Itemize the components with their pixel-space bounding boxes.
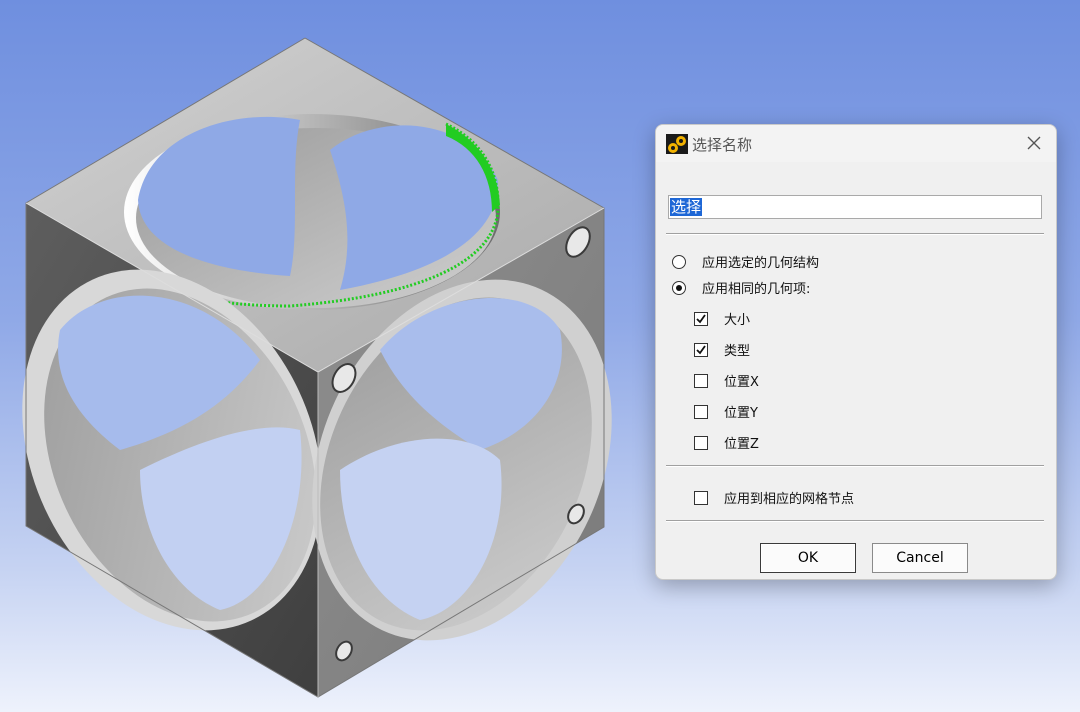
checkbox[interactable] [694, 342, 708, 357]
separator [666, 233, 1044, 235]
checkbox[interactable] [694, 404, 708, 419]
checkbox-label: 位置X [724, 375, 759, 390]
checkbox-label: 类型 [724, 344, 751, 359]
radio-apply-selected-geometry[interactable]: 应用选定的几何结构 [672, 252, 819, 271]
radio-button[interactable] [672, 280, 686, 295]
checkbox-position-z[interactable]: 位置Z [694, 433, 759, 452]
checkbox[interactable] [694, 490, 708, 505]
checkbox-label: 位置Z [724, 437, 759, 452]
checkbox-position-y[interactable]: 位置Y [694, 402, 758, 421]
ok-button[interactable]: OK [760, 543, 856, 573]
checkbox-size[interactable]: 大小 [694, 309, 750, 328]
radio-label: 应用相同的几何项: [702, 282, 811, 297]
dialog-titlebar[interactable]: 选择名称 [656, 125, 1056, 162]
checkbox-position-x[interactable]: 位置X [694, 371, 759, 390]
dialog-title: 选择名称 [692, 136, 753, 154]
checkbox[interactable] [694, 435, 708, 450]
gears-icon [666, 134, 688, 154]
checkbox-label: 位置Y [724, 406, 758, 421]
checkbox-type[interactable]: 类型 [694, 340, 750, 359]
checkbox[interactable] [694, 373, 708, 388]
radio-button[interactable] [672, 254, 686, 269]
name-input[interactable]: 选择 [668, 195, 1042, 219]
checkbox-label: 应用到相应的网格节点 [724, 492, 855, 507]
separator [666, 465, 1044, 467]
select-name-dialog: 选择名称 选择 应用选定的几何结构 应用相同的几何项: 大小 类型 位置X 位置… [655, 124, 1057, 580]
separator [666, 520, 1044, 522]
cancel-button[interactable]: Cancel [872, 543, 968, 573]
close-button[interactable] [1020, 129, 1048, 157]
close-icon [1027, 136, 1041, 150]
checkbox-apply-mesh-nodes[interactable]: 应用到相应的网格节点 [694, 488, 854, 507]
name-input-value: 选择 [670, 198, 703, 216]
checkbox[interactable] [694, 311, 708, 326]
checkmark-icon [696, 344, 706, 354]
radio-label: 应用选定的几何结构 [702, 256, 820, 271]
radio-apply-same-geometry-items[interactable]: 应用相同的几何项: [672, 278, 810, 297]
checkmark-icon [696, 313, 706, 323]
checkbox-label: 大小 [724, 313, 751, 328]
